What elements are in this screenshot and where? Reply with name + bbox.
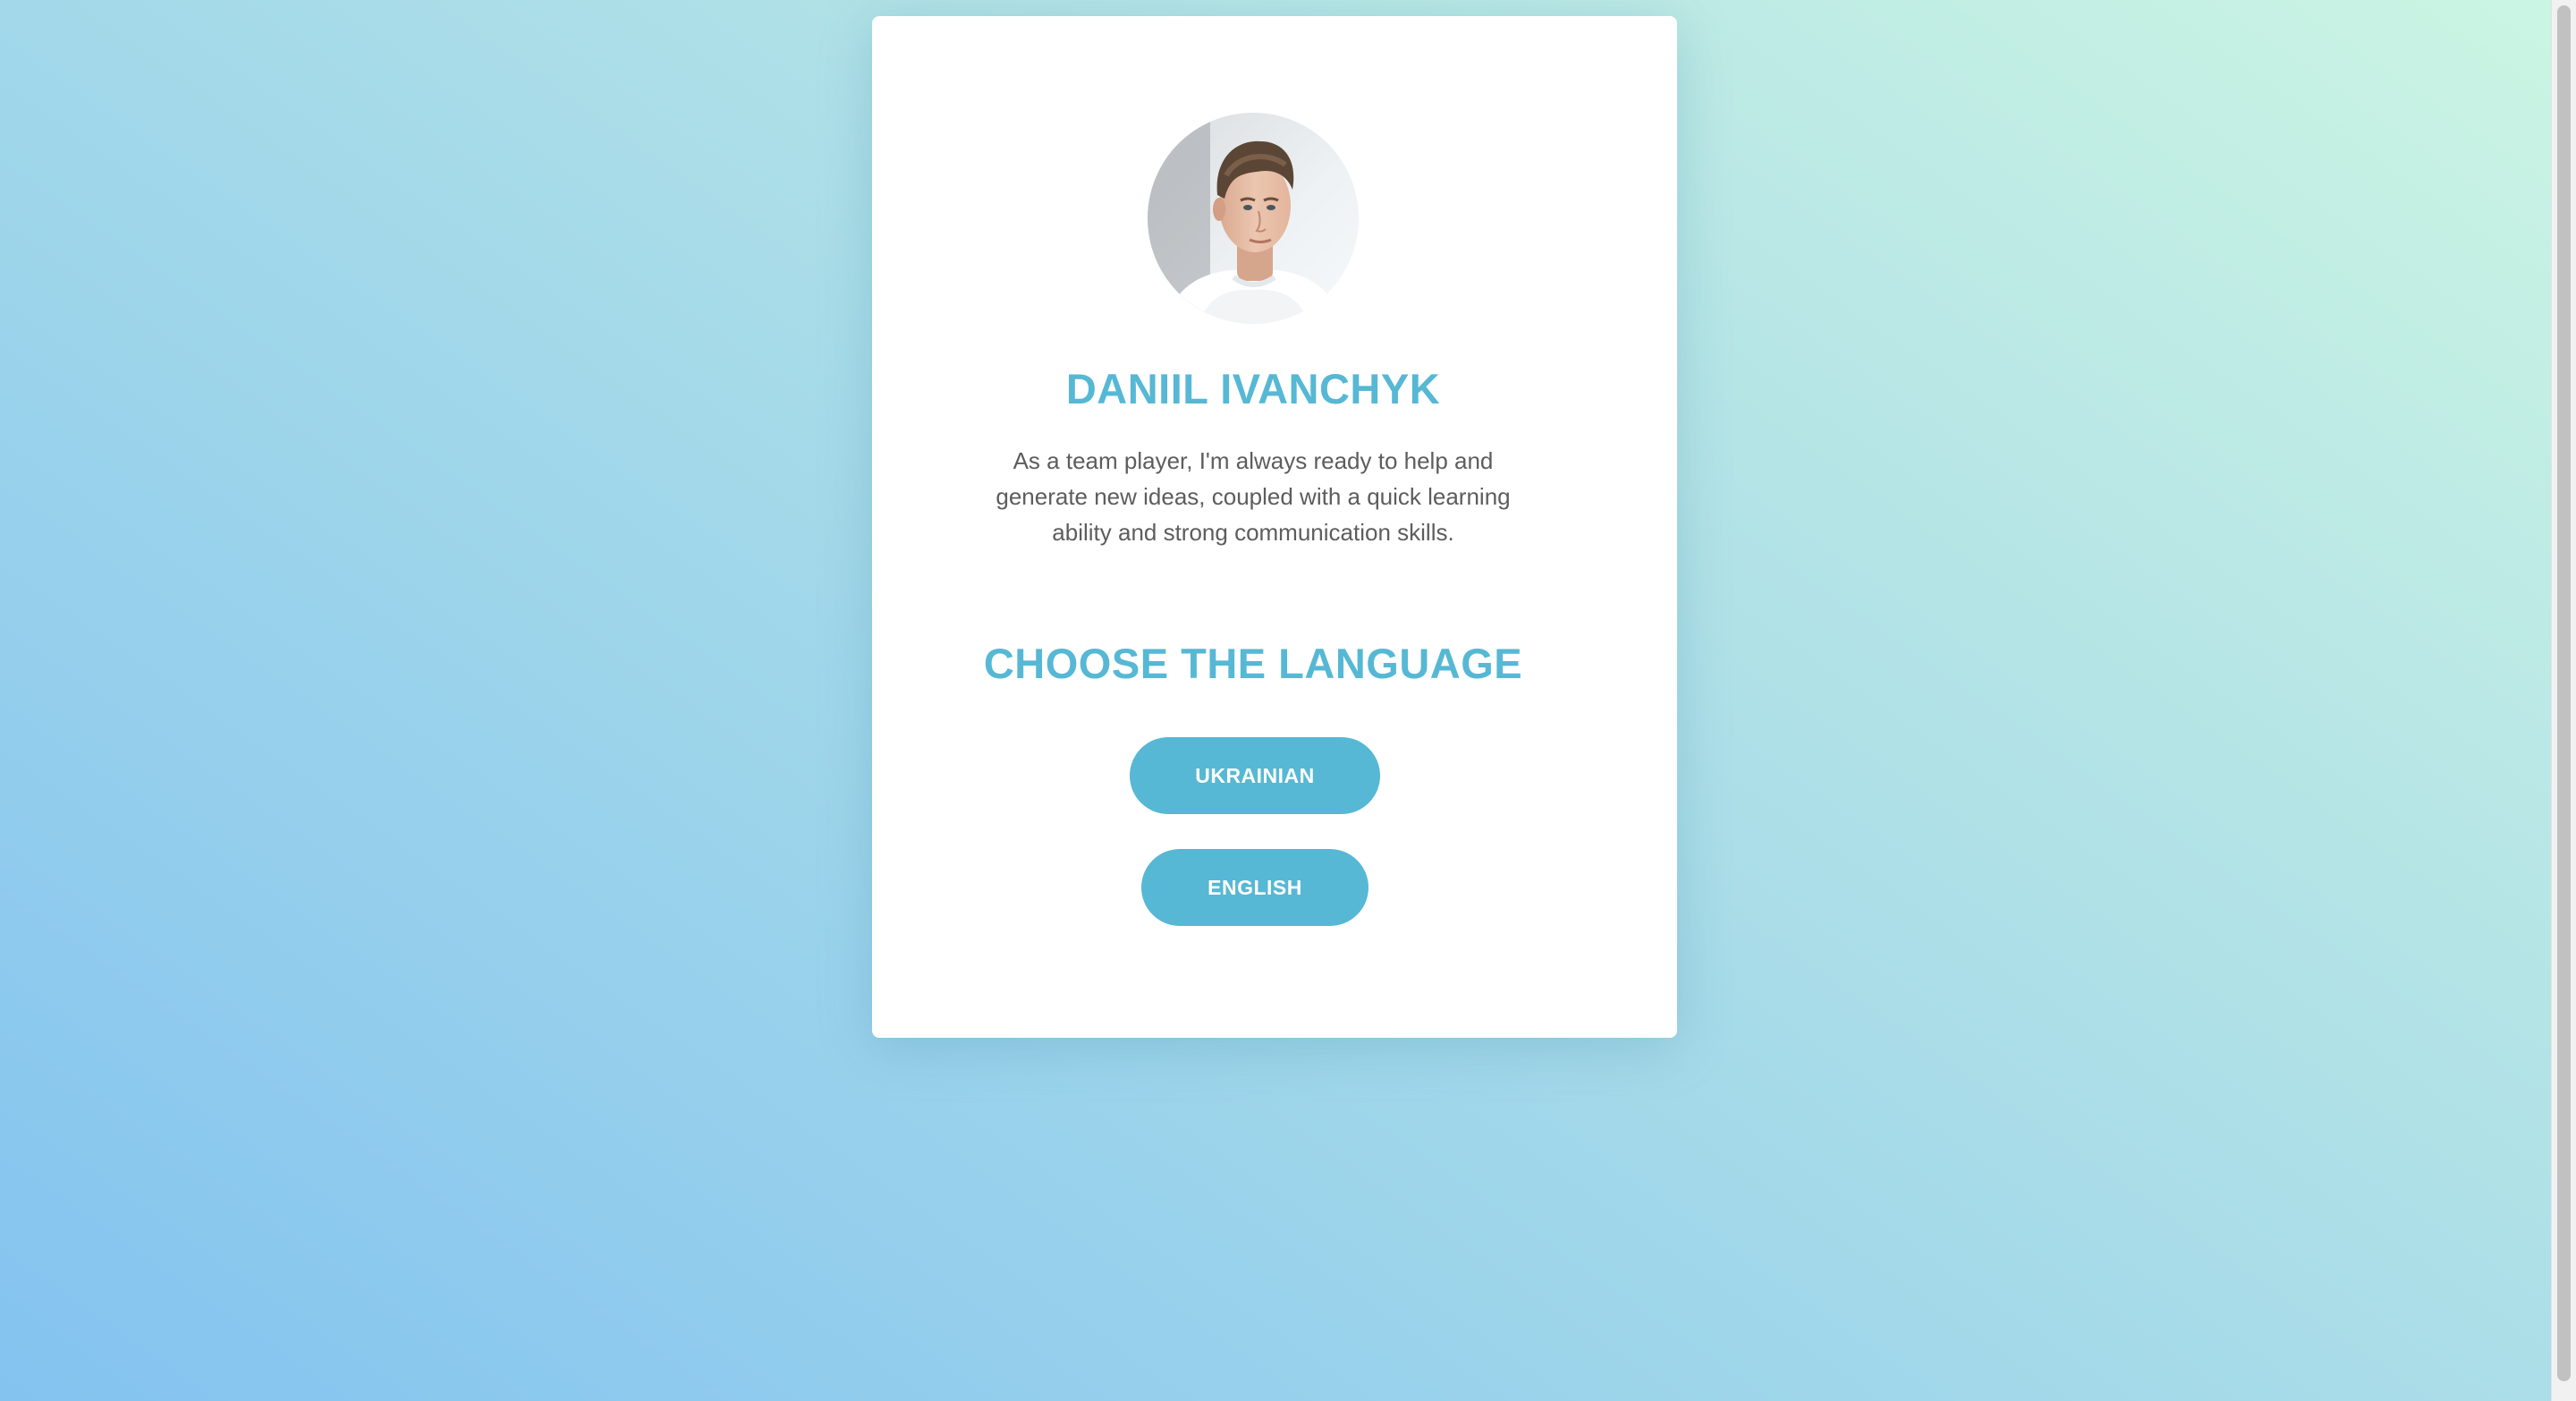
avatar bbox=[1148, 113, 1359, 324]
profile-card: DANIIL IVANCHYK As a team player, I'm al… bbox=[872, 16, 1677, 1038]
scrollbar-thumb[interactable] bbox=[2557, 5, 2571, 1381]
vertical-scrollbar[interactable] bbox=[2551, 0, 2576, 1401]
language-heading: CHOOSE THE LANGUAGE bbox=[983, 640, 1523, 687]
english-button[interactable]: ENGLISH bbox=[1141, 849, 1368, 926]
profile-name: DANIIL IVANCHYK bbox=[1065, 365, 1441, 412]
ukrainian-button[interactable]: UKRAINIAN bbox=[1130, 737, 1380, 814]
profile-photo-icon bbox=[1148, 113, 1359, 324]
profile-bio: As a team player, I'm always ready to he… bbox=[996, 447, 1511, 546]
